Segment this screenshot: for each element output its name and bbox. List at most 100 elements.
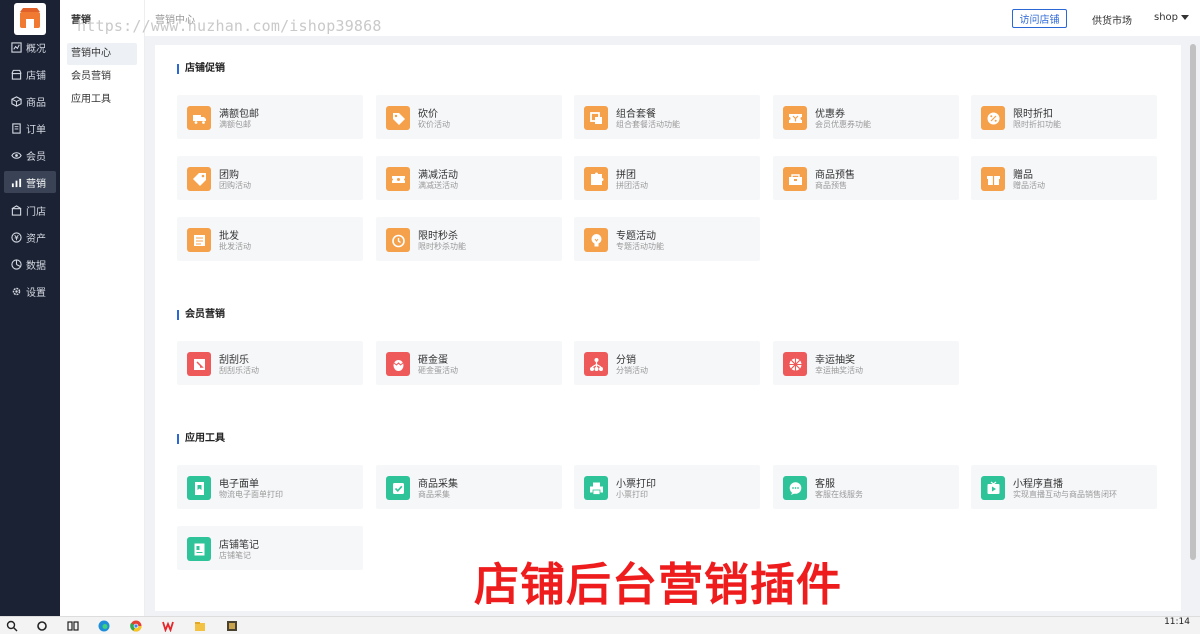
plugin-name: 店铺笔记 (219, 540, 259, 551)
plugin-desc: 商品预售 (815, 181, 847, 190)
plugin-card-coupon[interactable]: 优惠券 会员优惠券功能 (773, 95, 959, 139)
plugin-desc: 客服在线服务 (815, 490, 863, 499)
plugin-card-scratch[interactable]: 刮刮乐 刮刮乐活动 (177, 341, 363, 385)
plugin-desc: 幸运抽奖活动 (815, 366, 863, 375)
plugin-card-presale[interactable]: 商品预售 商品预售 (773, 156, 959, 200)
plugin-card-discount[interactable]: 限时折扣 限时折扣功能 (971, 95, 1157, 139)
plugin-desc: 满减送活动 (418, 181, 458, 190)
subnav-item-marketing-center[interactable]: 营销中心 (67, 43, 137, 65)
plugin-card-lottery[interactable]: 幸运抽奖 幸运抽奖活动 (773, 341, 959, 385)
plugin-desc: 物流电子面单打印 (219, 490, 283, 499)
shop-dropdown[interactable]: shop (1154, 12, 1190, 23)
data-icon (11, 258, 22, 270)
rail-item-label: 门店 (26, 206, 46, 218)
plugin-card-waybill[interactable]: 电子面单 物流电子面单打印 (177, 465, 363, 509)
wps-icon[interactable] (162, 620, 174, 632)
plugin-card-alarm[interactable]: 限时秒杀 限时秒杀功能 (376, 217, 562, 261)
plugin-desc: 团购活动 (219, 181, 251, 190)
plugin-card-note[interactable]: 店铺笔记 店铺笔记 (177, 526, 363, 570)
presale-icon (783, 167, 807, 191)
taskbar: 11:14 (0, 616, 1200, 634)
plugin-name: 拼团 (616, 170, 636, 181)
visit-store-button[interactable]: 访问店铺 (1012, 9, 1067, 28)
rail-item-label: 订单 (26, 124, 46, 136)
subnav-item-member-marketing[interactable]: 会员营销 (67, 66, 137, 88)
search-icon[interactable] (6, 620, 18, 632)
edge-browser-icon[interactable] (98, 620, 110, 632)
member-icon (11, 151, 22, 159)
plugin-card-bulb[interactable]: 专题活动 专题活动功能 (574, 217, 760, 261)
rail-item-asset[interactable]: 资产 (4, 226, 56, 248)
plugin-name: 限时秒杀 (418, 231, 458, 242)
rail-item-data[interactable]: 数据 (4, 253, 56, 275)
app-icon[interactable] (226, 620, 238, 632)
task-view-icon[interactable] (67, 620, 79, 632)
egg-icon (386, 352, 410, 376)
plugin-desc: 拼团活动 (616, 181, 648, 190)
plugin-card-wholesale[interactable]: 批发 批发活动 (177, 217, 363, 261)
plugin-name: 团购 (219, 170, 239, 181)
store-logo-icon (20, 8, 40, 28)
plugin-desc: 实现直播互动与商品销售闭环 (1013, 490, 1117, 499)
coupon-icon (783, 106, 807, 130)
banner-text: 店铺后台营销插件 (474, 558, 843, 611)
note-icon (187, 537, 211, 561)
plugin-name: 商品预售 (815, 170, 855, 181)
plugin-card-egg[interactable]: 砸金蛋 砸金蛋活动 (376, 341, 562, 385)
plugin-card-gift[interactable]: 赠品 赠品活动 (971, 156, 1157, 200)
section-title: 应用工具 (177, 434, 225, 444)
rail-item-chart[interactable]: 概况 (4, 36, 56, 58)
section-title: 会员营销 (177, 310, 225, 320)
plugin-name: 批发 (219, 231, 239, 242)
plugin-name: 组合套餐 (616, 109, 656, 120)
scrollbar[interactable] (1190, 44, 1196, 560)
plugin-card-chat[interactable]: 客服 客服在线服务 (773, 465, 959, 509)
chart-icon (11, 41, 22, 53)
shop-dropdown-label: shop (1154, 12, 1179, 23)
chevron-down-icon (1181, 15, 1190, 20)
plugin-desc: 专题活动功能 (616, 242, 664, 251)
lottery-icon (783, 352, 807, 376)
plugin-card-printer[interactable]: 小票打印 小票打印 (574, 465, 760, 509)
rail-item-label: 会员 (26, 151, 46, 163)
plugin-card-truck[interactable]: 满额包邮 满额包邮 (177, 95, 363, 139)
truck-icon (187, 106, 211, 130)
plugin-desc: 分销活动 (616, 366, 648, 375)
task-view-circle-icon[interactable] (36, 620, 48, 632)
ticket-icon (386, 167, 410, 191)
plugin-desc: 砸金蛋活动 (418, 366, 458, 375)
plugin-card-distribution[interactable]: 分销 分销活动 (574, 341, 760, 385)
rail-item-order[interactable]: 订单 (4, 117, 56, 139)
store-icon (11, 69, 22, 80)
plugin-card-live[interactable]: 小程序直播 实现直播互动与商品销售闭环 (971, 465, 1157, 509)
puzzle-icon (584, 167, 608, 191)
plugin-name: 客服 (815, 479, 835, 490)
store-logo[interactable] (14, 3, 46, 35)
file-explorer-icon[interactable] (194, 620, 206, 632)
plugin-name: 满减活动 (418, 170, 458, 181)
gift-icon (981, 167, 1005, 191)
rail-item-shop[interactable]: 门店 (4, 199, 56, 221)
plugin-desc: 小票打印 (616, 490, 648, 499)
rail-item-member[interactable]: 会员 (4, 144, 56, 166)
plugin-card-combo[interactable]: 组合套餐 组合套餐活动功能 (574, 95, 760, 139)
plugin-name: 小票打印 (616, 479, 656, 490)
marketing-icon (11, 178, 22, 187)
plugin-desc: 店铺笔记 (219, 551, 251, 560)
plugin-card-tag-cut[interactable]: 砍价 砍价活动 (376, 95, 562, 139)
rail-item-label: 营销 (26, 178, 46, 190)
plugin-card-collect[interactable]: 商品采集 商品采集 (376, 465, 562, 509)
subnav-item-app-tools[interactable]: 应用工具 (67, 89, 137, 111)
plugin-card-puzzle[interactable]: 拼团 拼团活动 (574, 156, 760, 200)
rail-item-gear[interactable]: 设置 (4, 280, 56, 302)
chrome-browser-icon[interactable] (130, 620, 142, 632)
chat-icon (783, 476, 807, 500)
plugin-card-group-tag[interactable]: 团购 团购活动 (177, 156, 363, 200)
plugin-card-ticket[interactable]: 满减活动 满减送活动 (376, 156, 562, 200)
rail-item-label: 数据 (26, 260, 46, 272)
rail-item-box[interactable]: 商品 (4, 90, 56, 112)
rail-item-marketing[interactable]: 营销 (4, 171, 56, 193)
plugin-name: 优惠券 (815, 109, 845, 120)
rail-item-store[interactable]: 店铺 (4, 63, 56, 85)
supply-market-link[interactable]: 供货市场 (1092, 12, 1132, 27)
